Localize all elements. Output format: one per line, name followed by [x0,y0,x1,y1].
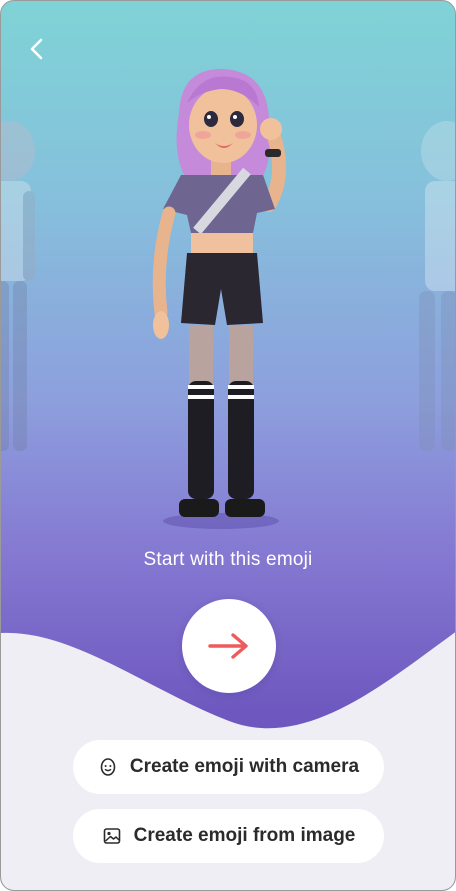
emoji-start-screen: Start with this emoji Create emoji with … [0,0,456,891]
side-avatar-left[interactable] [0,111,61,471]
create-with-camera-button[interactable]: Create emoji with camera [73,740,384,794]
create-from-image-label: Create emoji from image [133,825,356,846]
face-icon [98,757,118,777]
start-caption: Start with this emoji [143,549,313,570]
side-avatar-right[interactable] [397,111,456,471]
image-icon [102,826,122,846]
create-with-camera-label: Create emoji with camera [129,756,360,777]
create-from-image-button[interactable]: Create emoji from image [73,809,384,863]
chevron-left-icon [30,38,43,60]
back-button[interactable] [23,35,51,63]
arrow-right-icon [208,633,248,659]
next-button[interactable] [182,599,276,693]
emoji-avatar[interactable] [141,63,301,533]
